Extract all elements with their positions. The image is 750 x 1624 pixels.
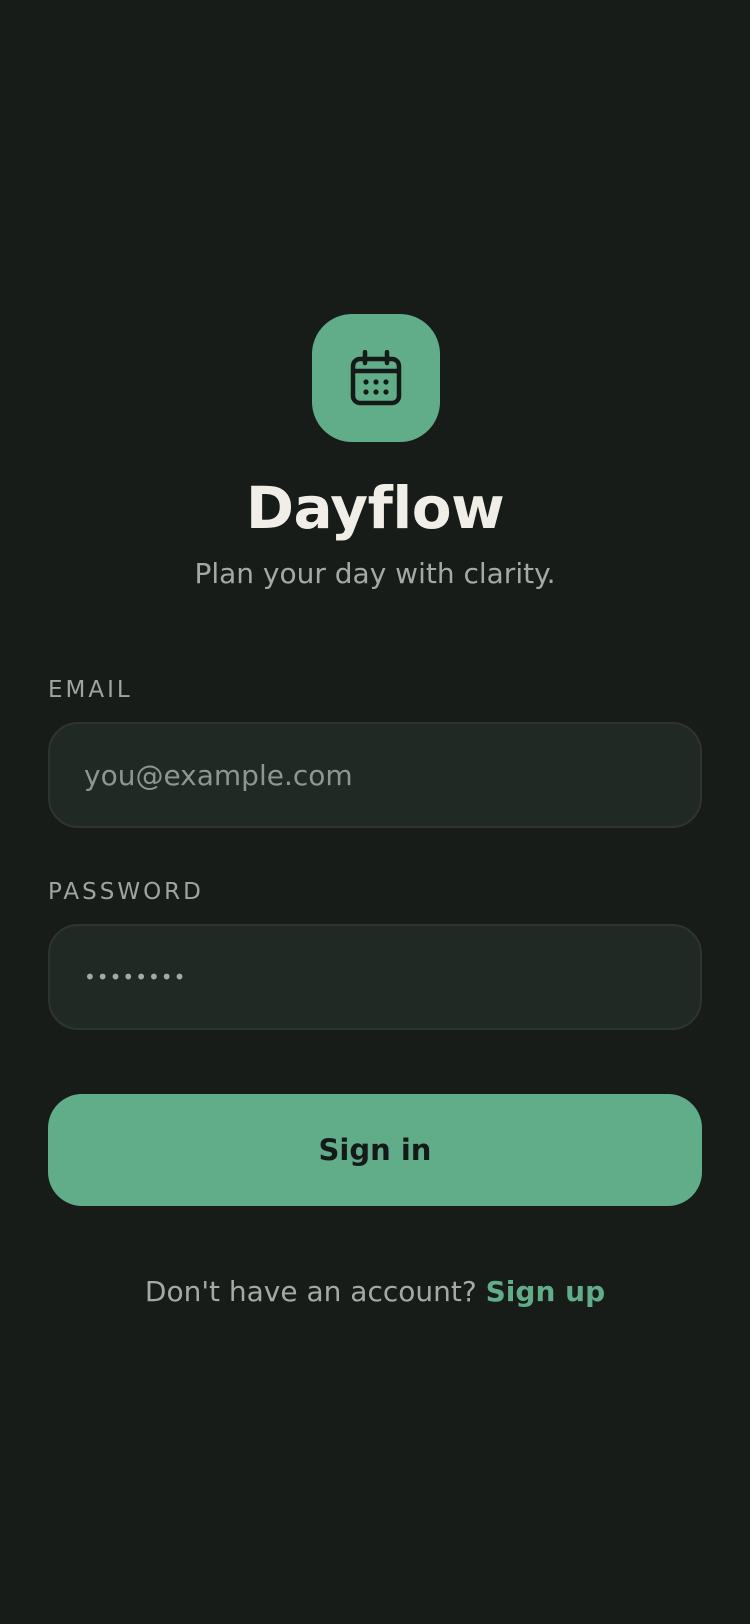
signup-prompt-text: Don't have an account? [144,1275,477,1308]
signup-prompt: Don't have an account? Sign up [0,1272,750,1312]
password-masked-value: •••••••• [84,965,187,989]
app-title: Dayflow [245,474,505,542]
app-tagline: Plan your day with clarity. [194,557,556,590]
calendar-icon [350,350,402,406]
password-label: PASSWORD [48,879,204,905]
app-logo [312,314,440,442]
email-field-container [48,722,702,828]
password-field[interactable]: •••••••• [48,924,702,1030]
sign-in-button[interactable]: Sign in [48,1094,702,1206]
email-field[interactable] [50,724,700,826]
email-label: EMAIL [48,677,133,703]
login-screen: Dayflow Plan your day with clarity. EMAI… [0,0,750,1624]
sign-up-link[interactable]: Sign up [486,1275,605,1308]
